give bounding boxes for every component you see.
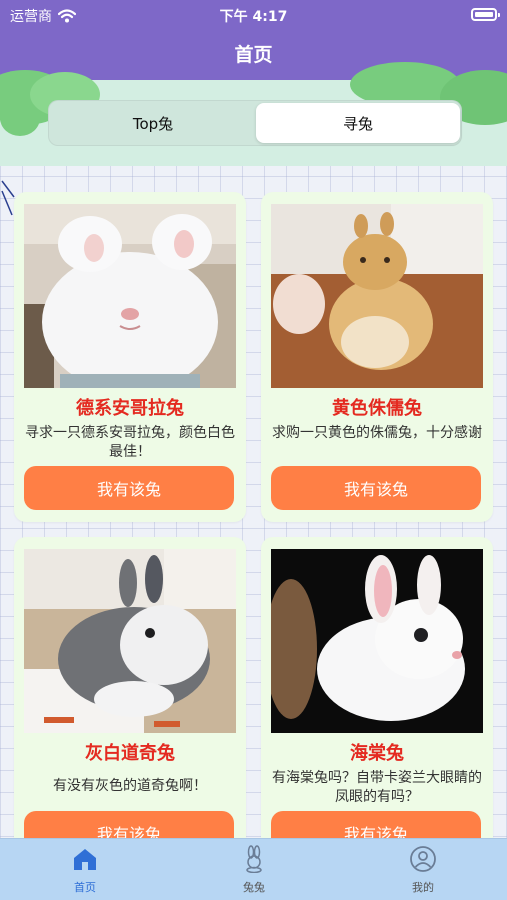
bush-decoration [0, 100, 40, 136]
tab-bar: 首页 兔兔 我的 [0, 838, 507, 900]
tab-profile[interactable]: 我的 [383, 845, 463, 899]
tab-label: 兔兔 [243, 881, 265, 894]
segment-top-rabbit[interactable]: Top兔 [51, 103, 255, 143]
card-description: 有没有灰色的道奇兔啊！ [53, 778, 207, 794]
card-description: 寻求一只德系安哥拉兔，颜色白色最佳！ [25, 425, 235, 460]
rabbit-card[interactable]: 德系安哥拉兔 寻求一只德系安哥拉兔，颜色白色最佳！ 我有该兔 [14, 192, 246, 522]
card-title: 灰白道奇兔 [85, 743, 175, 764]
rabbit-icon [246, 845, 262, 873]
white-angora-rabbit-photo [24, 204, 236, 388]
user-icon [410, 846, 436, 872]
card-title: 海棠兔 [350, 743, 404, 764]
yellow-dwarf-rabbit-photo [271, 204, 483, 388]
home-icon [74, 849, 96, 870]
status-bar: 运营商 下午 4:17 [0, 0, 507, 30]
rabbit-card[interactable]: 海棠兔 有海棠兔吗？自带卡姿兰大眼睛的凤眼的有吗？ 我有该兔 [261, 537, 493, 867]
card-title: 黄色侏儒兔 [332, 398, 422, 419]
white-hotot-rabbit-photo [271, 549, 483, 733]
page-title: 首页 [234, 44, 273, 66]
battery-icon [471, 8, 500, 21]
status-time: 下午 4:17 [219, 9, 288, 25]
tab-rabbits[interactable]: 兔兔 [214, 845, 294, 899]
card-description: 求购一只黄色的侏儒兔，十分感谢 [272, 425, 482, 441]
tab-home[interactable]: 首页 [45, 845, 125, 899]
i-have-rabbit-button[interactable]: 我有该兔 [271, 466, 481, 510]
segment-control: Top兔 寻兔 [48, 100, 462, 146]
tab-label: 我的 [412, 881, 434, 894]
card-description: 有海棠兔吗？自带卡姿兰大眼睛的凤眼的有吗？ [272, 770, 482, 805]
i-have-rabbit-button[interactable]: 我有该兔 [24, 466, 234, 510]
card-title: 德系安哥拉兔 [76, 398, 184, 419]
rabbit-card[interactable]: 黄色侏儒兔 求购一只黄色的侏儒兔，十分感谢 我有该兔 [261, 192, 493, 522]
gray-white-dutch-rabbit-photo [24, 549, 236, 733]
tab-label: 首页 [74, 881, 96, 894]
rabbit-card[interactable]: 灰白道奇兔 有没有灰色的道奇兔啊！ 我有该兔 [14, 537, 246, 867]
segment-find-rabbit[interactable]: 寻兔 [256, 103, 460, 143]
